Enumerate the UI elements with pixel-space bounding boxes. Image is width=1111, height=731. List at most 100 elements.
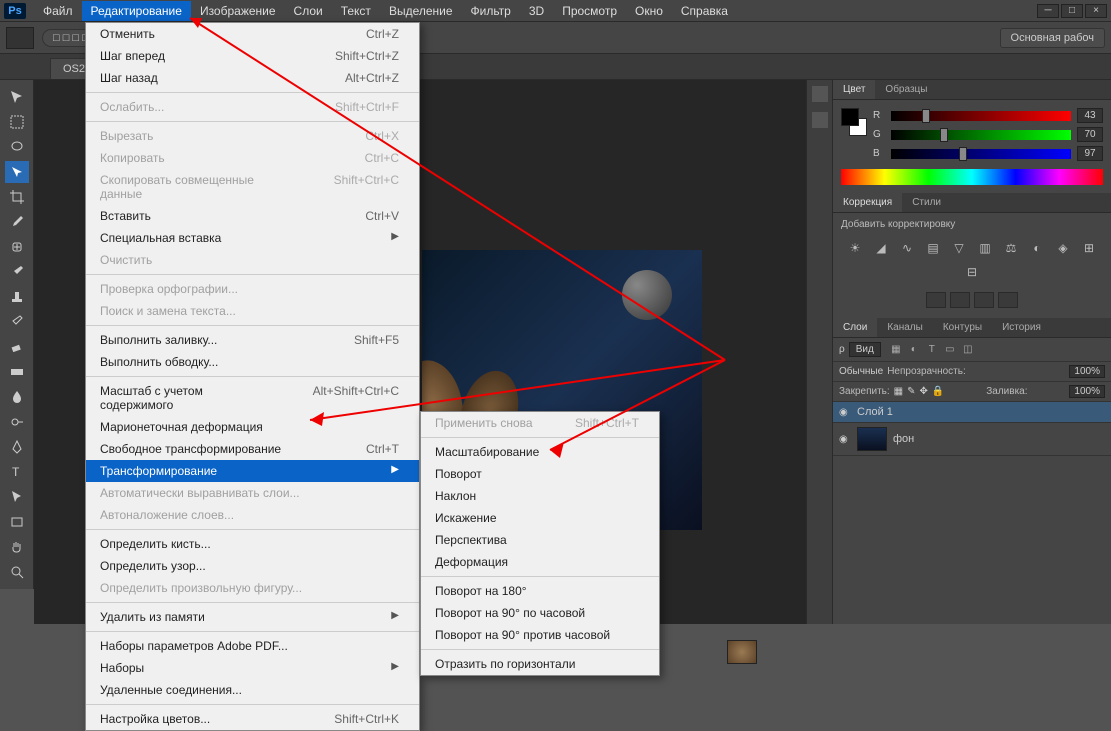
lock-transparency-icon[interactable]: ▦: [894, 386, 903, 397]
menu-item[interactable]: Масштабирование: [421, 441, 659, 463]
mixer-icon[interactable]: ⊞: [1080, 240, 1098, 256]
menu-item[interactable]: Специальная вставка▶: [86, 227, 419, 249]
lasso-tool[interactable]: [5, 136, 29, 158]
menu-item[interactable]: Поворот на 90° против часовой: [421, 624, 659, 646]
menu-item[interactable]: Перспектива: [421, 529, 659, 551]
menu-item[interactable]: Шаг впередShift+Ctrl+Z: [86, 45, 419, 67]
menu-файл[interactable]: Файл: [34, 1, 82, 21]
filter-adjust-icon[interactable]: ◐: [907, 343, 921, 357]
menu-item[interactable]: Настройка цветов...Shift+Ctrl+K: [86, 708, 419, 730]
layer-row[interactable]: ◉ фон: [833, 423, 1111, 456]
rail-icon[interactable]: [812, 112, 828, 128]
menu-редактирование[interactable]: Редактирование: [82, 1, 191, 21]
marquee-tool[interactable]: [5, 111, 29, 133]
r-value[interactable]: 43: [1077, 108, 1103, 123]
pen-tool[interactable]: [5, 436, 29, 458]
lock-position-icon[interactable]: ✥: [920, 386, 928, 397]
menu-item[interactable]: Деформация: [421, 551, 659, 573]
menu-просмотр[interactable]: Просмотр: [553, 1, 626, 21]
menu-item[interactable]: Поворот на 90° по часовой: [421, 602, 659, 624]
tab-paths[interactable]: Контуры: [933, 318, 992, 337]
tab-swatches[interactable]: Образцы: [875, 80, 937, 99]
opacity-value[interactable]: 100%: [1069, 365, 1105, 378]
brightness-icon[interactable]: ☀: [846, 240, 864, 256]
hue-icon[interactable]: ▥: [976, 240, 994, 256]
r-slider[interactable]: [891, 111, 1071, 121]
hand-tool[interactable]: [5, 536, 29, 558]
bw-icon[interactable]: ◐: [1028, 240, 1046, 256]
menu-item[interactable]: Наборы▶: [86, 657, 419, 679]
menu-item[interactable]: Удалить из памяти▶: [86, 606, 419, 628]
fill-value[interactable]: 100%: [1069, 385, 1105, 398]
menu-item[interactable]: Масштаб с учетом содержимогоAlt+Shift+Ct…: [86, 380, 419, 416]
curves-icon[interactable]: ∿: [898, 240, 916, 256]
blur-tool[interactable]: [5, 386, 29, 408]
menu-item[interactable]: Определить кисть...: [86, 533, 419, 555]
menu-слои[interactable]: Слои: [285, 1, 332, 21]
menu-item[interactable]: Наборы параметров Adobe PDF...: [86, 635, 419, 657]
eraser-tool[interactable]: [5, 336, 29, 358]
layer-row[interactable]: ◉ Слой 1: [833, 402, 1111, 423]
menu-item[interactable]: Искажение: [421, 507, 659, 529]
menu-изображение[interactable]: Изображение: [191, 1, 285, 21]
lock-pixels-icon[interactable]: ✎: [907, 386, 915, 397]
dodge-tool[interactable]: [5, 411, 29, 433]
brush-tool[interactable]: [5, 261, 29, 283]
lookup-icon[interactable]: ⊟: [963, 264, 981, 280]
tool-preset[interactable]: [6, 27, 34, 49]
tab-color[interactable]: Цвет: [833, 80, 875, 99]
history-brush-tool[interactable]: [5, 311, 29, 333]
tab-layers[interactable]: Слои: [833, 318, 877, 337]
filter-kind-select[interactable]: Вид: [849, 342, 881, 357]
quick-selection-tool[interactable]: [5, 161, 29, 183]
zoom-tool[interactable]: [5, 561, 29, 583]
rail-icon[interactable]: [812, 86, 828, 102]
menu-item[interactable]: Отразить по горизонтали: [421, 653, 659, 675]
preset-icon[interactable]: [998, 292, 1018, 308]
eyedropper-tool[interactable]: [5, 211, 29, 233]
path-selection-tool[interactable]: [5, 486, 29, 508]
menu-справка[interactable]: Справка: [672, 1, 737, 21]
menu-текст[interactable]: Текст: [332, 1, 380, 21]
healing-tool[interactable]: [5, 236, 29, 258]
menu-3d[interactable]: 3D: [520, 1, 553, 21]
menu-item[interactable]: Трансформирование▶: [86, 460, 419, 482]
menu-item[interactable]: Определить узор...: [86, 555, 419, 577]
b-value[interactable]: 97: [1077, 146, 1103, 161]
rectangle-tool[interactable]: [5, 511, 29, 533]
crop-tool[interactable]: [5, 186, 29, 208]
menu-item[interactable]: Шаг назадAlt+Ctrl+Z: [86, 67, 419, 89]
menu-item[interactable]: Марионеточная деформация: [86, 416, 419, 438]
menu-выделение[interactable]: Выделение: [380, 1, 462, 21]
photo-filter-icon[interactable]: ◈: [1054, 240, 1072, 256]
move-tool[interactable]: [5, 86, 29, 108]
visibility-icon[interactable]: ◉: [839, 407, 851, 418]
menu-окно[interactable]: Окно: [626, 1, 672, 21]
visibility-icon[interactable]: ◉: [839, 434, 851, 445]
menu-item[interactable]: Удаленные соединения...: [86, 679, 419, 701]
b-slider[interactable]: [891, 149, 1071, 159]
menu-item[interactable]: ВставитьCtrl+V: [86, 205, 419, 227]
filter-smart-icon[interactable]: ◫: [961, 343, 975, 357]
layer-name[interactable]: Слой 1: [857, 406, 893, 418]
levels-icon[interactable]: ◢: [872, 240, 890, 256]
g-slider[interactable]: [891, 130, 1071, 140]
menu-item[interactable]: Поворот: [421, 463, 659, 485]
stamp-tool[interactable]: [5, 286, 29, 308]
filter-shape-icon[interactable]: ▭: [943, 343, 957, 357]
tab-adjustments[interactable]: Коррекция: [833, 193, 902, 212]
filter-pixel-icon[interactable]: ▦: [889, 343, 903, 357]
preset-icon[interactable]: [974, 292, 994, 308]
menu-item[interactable]: Выполнить обводку...: [86, 351, 419, 373]
preset-icon[interactable]: [950, 292, 970, 308]
tab-channels[interactable]: Каналы: [877, 318, 933, 337]
vibrance-icon[interactable]: ▽: [950, 240, 968, 256]
lock-all-icon[interactable]: 🔒: [932, 386, 944, 397]
menu-item[interactable]: Выполнить заливку...Shift+F5: [86, 329, 419, 351]
menu-item[interactable]: Свободное трансформированиеCtrl+T: [86, 438, 419, 460]
maximize-button[interactable]: □: [1061, 4, 1083, 18]
layer-thumbnail[interactable]: [857, 427, 887, 451]
g-value[interactable]: 70: [1077, 127, 1103, 142]
exposure-icon[interactable]: ▤: [924, 240, 942, 256]
tab-styles[interactable]: Стили: [902, 193, 951, 212]
